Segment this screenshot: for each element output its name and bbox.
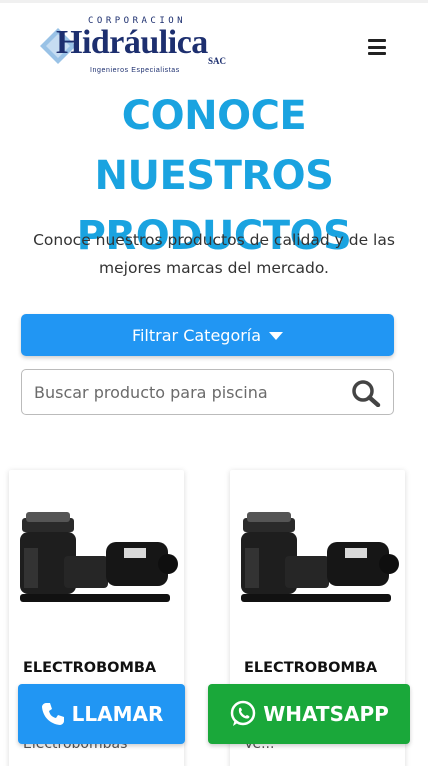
page-title-line1: CONOCE NUESTROS [94,93,335,199]
whatsapp-button-label: WHATSAPP [263,702,389,726]
subtitle-line2: mejores marcas del mercado. [99,259,329,277]
logo-main-text: Hidráulica [56,24,208,61]
phone-icon [41,703,64,725]
whatsapp-button[interactable]: WHATSAPP [208,684,410,744]
logo-tagline: Ingenieros Especialistas [90,67,180,74]
company-logo[interactable]: CORPORACION Hidráulica SAC Ingenieros Es… [38,16,228,82]
call-button-label: LLAMAR [71,702,164,726]
search-input[interactable] [34,370,344,414]
page-subtitle: Conoce nuestros productos de calidad y d… [10,226,418,282]
search-icon[interactable] [351,379,381,407]
product-name: ELECTROBOMBA [244,660,378,676]
search-box [21,369,394,415]
call-button[interactable]: LLAMAR [18,684,185,744]
subtitle-line1: Conoce nuestros productos de calidad y d… [33,231,395,249]
logo-sac-text: SAC [208,56,227,66]
top-border [0,0,428,3]
hamburger-icon[interactable] [368,39,386,55]
filter-category-label: Filtrar Categoría [131,325,262,345]
caret-down-icon [269,332,284,340]
pump-product-image [241,512,399,602]
pump-product-image [20,512,178,602]
whatsapp-icon [230,700,256,726]
site-header: CORPORACION Hidráulica SAC Ingenieros Es… [0,8,428,86]
filter-category-button[interactable]: Filtrar Categoría [21,314,394,356]
product-name: ELECTROBOMBA [23,660,157,676]
